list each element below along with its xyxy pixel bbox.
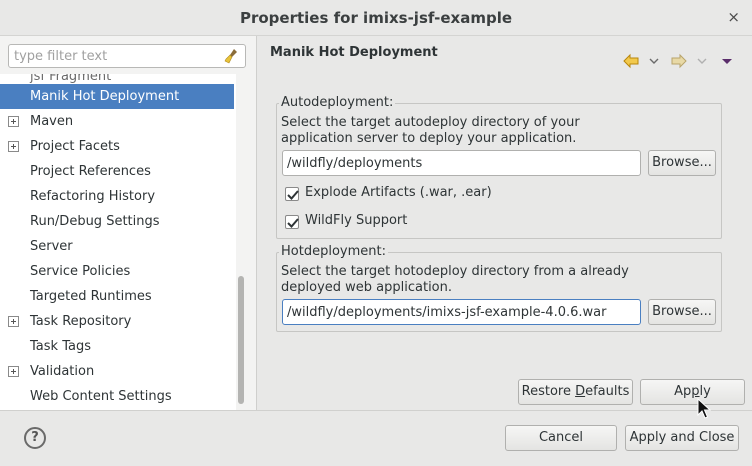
tree-item-label: Run/Debug Settings	[30, 214, 160, 229]
window-title: Properties for imixs-jsf-example	[239, 9, 513, 27]
tree-item-label: Service Policies	[30, 264, 131, 279]
help-icon[interactable]: ?	[24, 427, 46, 449]
tree-item-label: Project References	[30, 164, 151, 179]
arrow-left-icon[interactable]	[622, 52, 640, 70]
checkmark-icon	[287, 218, 299, 228]
tree-item-label: Server	[30, 239, 73, 254]
close-icon[interactable]: ×	[727, 8, 740, 26]
expand-icon[interactable]	[8, 316, 19, 327]
tree-item-label: Project Facets	[30, 139, 120, 154]
properties-tree: jsf Fragment Manik Hot Deployment Maven Pr…	[0, 74, 236, 410]
hotdeployment-legend: Hotdeployment:	[279, 244, 388, 259]
tree-item[interactable]: Web Content Settings	[0, 384, 234, 409]
tree-item[interactable]: Manik Hot Deployment	[0, 84, 234, 109]
hotdeploy-browse-button[interactable]: Browse...	[648, 299, 716, 325]
description-line: Select the target autodeploy directory o…	[281, 115, 580, 130]
autodeploy-path-field[interactable]	[282, 150, 641, 176]
left-pane: jsf Fragment Manik Hot DeploymentMavenPr…	[0, 36, 257, 410]
tree-item[interactable]: Service Policies	[0, 259, 234, 284]
chevron-down-icon[interactable]	[696, 52, 708, 70]
checkmark-icon	[287, 190, 299, 200]
clear-filter-icon[interactable]	[223, 47, 241, 65]
title-bar: Properties for imixs-jsf-example ×	[0, 0, 752, 36]
tree-item[interactable]: Server	[0, 234, 234, 259]
restore-defaults-button[interactable]: Restore Defaults	[518, 379, 633, 405]
tree-item[interactable]: Validation	[0, 359, 234, 384]
right-pane: Manik Hot Deployment Autodeployment: Sel…	[258, 36, 752, 410]
triangle-down-icon[interactable]	[720, 52, 734, 70]
autodeployment-description: Select the target autodeploy directory o…	[281, 115, 601, 147]
wildfly-support-checkbox[interactable]	[285, 215, 299, 229]
mouse-pointer-icon	[697, 398, 711, 419]
tree-item[interactable]: Project Facets	[0, 134, 234, 159]
expand-icon[interactable]	[8, 141, 19, 152]
tree-item-label: Task Repository	[30, 314, 132, 329]
filter-box[interactable]	[8, 44, 246, 68]
explode-artifacts-checkbox[interactable]	[285, 187, 299, 201]
tree-item[interactable]: Targeted Runtimes	[0, 284, 234, 309]
page-title: Manik Hot Deployment	[270, 45, 438, 60]
description-line: deployed web application.	[281, 280, 452, 295]
hotdeployment-description: Select the target hotodeploy directory f…	[281, 264, 681, 296]
autodeploy-browse-button[interactable]: Browse...	[648, 150, 716, 176]
tree-item-label: Maven	[30, 114, 74, 129]
tree-item[interactable]: Task Repository	[0, 309, 234, 334]
tree-item[interactable]: Maven	[0, 109, 234, 134]
explode-artifacts-label: Explode Artifacts (.war, .ear)	[305, 185, 492, 200]
tree-item[interactable]: Run/Debug Settings	[0, 209, 234, 234]
filter-input[interactable]	[14, 48, 214, 64]
wildfly-support-label: WildFly Support	[305, 213, 408, 228]
tree-item[interactable]: Refactoring History	[0, 184, 234, 209]
autodeployment-legend: Autodeployment:	[279, 95, 396, 110]
arrow-right-icon[interactable]	[670, 52, 688, 70]
apply-button[interactable]: Apply	[640, 379, 745, 405]
tree-item[interactable]: Task Tags	[0, 334, 234, 359]
expand-icon[interactable]	[8, 366, 19, 377]
tree-item-label: Web Content Settings	[30, 389, 172, 404]
tree-item[interactable]: Project References	[0, 159, 234, 184]
hotdeploy-path-input[interactable]	[287, 304, 635, 320]
autodeployment-group: Autodeployment: Select the target autode…	[276, 95, 722, 239]
tree-scrollbar[interactable]	[236, 74, 246, 410]
tree-item-label: Task Tags	[30, 339, 91, 354]
description-line: Select the target hotodeploy directory f…	[281, 264, 629, 279]
autodeploy-path-input[interactable]	[287, 155, 635, 171]
hotdeploy-path-field[interactable]	[282, 299, 641, 325]
tree-item-label: Refactoring History	[30, 189, 156, 204]
tree-item-label: Validation	[30, 364, 95, 379]
expand-icon[interactable]	[8, 116, 19, 127]
chevron-down-icon[interactable]	[648, 52, 660, 70]
description-line: application server to deploy your applic…	[281, 131, 577, 146]
hotdeployment-group: Hotdeployment: Select the target hotodep…	[276, 244, 722, 332]
apply-and-close-button[interactable]: Apply and Close	[625, 425, 739, 451]
cancel-button[interactable]: Cancel	[505, 425, 617, 451]
tree-item-label: Targeted Runtimes	[30, 289, 152, 304]
bottom-separator	[0, 410, 752, 411]
scrollbar-thumb[interactable]	[238, 276, 244, 404]
tree-item-label: Manik Hot Deployment	[30, 89, 180, 104]
